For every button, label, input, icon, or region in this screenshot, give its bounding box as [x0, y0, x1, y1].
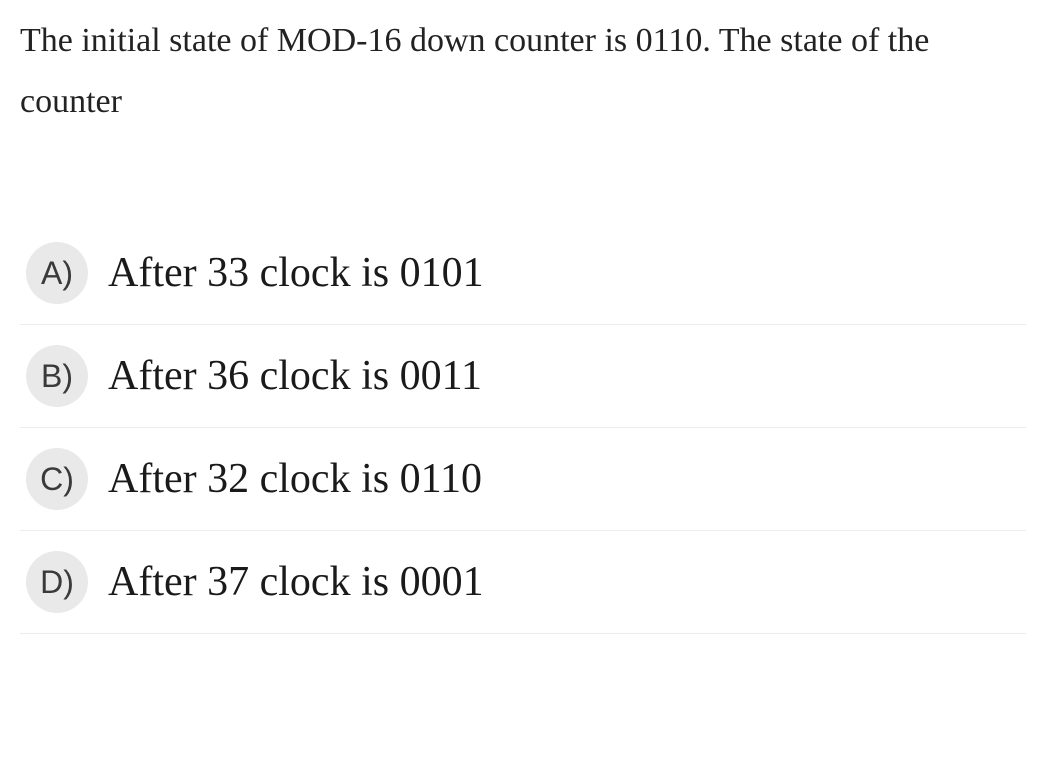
option-c[interactable]: C) After 32 clock is 0110 — [20, 428, 1026, 531]
option-letter-d: D) — [26, 551, 88, 613]
option-text-a: After 33 clock is 0101 — [108, 249, 484, 297]
option-letter-c: C) — [26, 448, 88, 510]
option-letter-b: B) — [26, 345, 88, 407]
question-text: The initial state of MOD-16 down counter… — [20, 10, 1026, 132]
option-text-d: After 37 clock is 0001 — [108, 558, 484, 606]
option-b[interactable]: B) After 36 clock is 0011 — [20, 325, 1026, 428]
option-a[interactable]: A) After 33 clock is 0101 — [20, 222, 1026, 325]
option-letter-a: A) — [26, 242, 88, 304]
option-text-c: After 32 clock is 0110 — [108, 455, 482, 503]
option-text-b: After 36 clock is 0011 — [108, 352, 482, 400]
option-d[interactable]: D) After 37 clock is 0001 — [20, 531, 1026, 634]
options-list: A) After 33 clock is 0101 B) After 36 cl… — [20, 222, 1026, 634]
